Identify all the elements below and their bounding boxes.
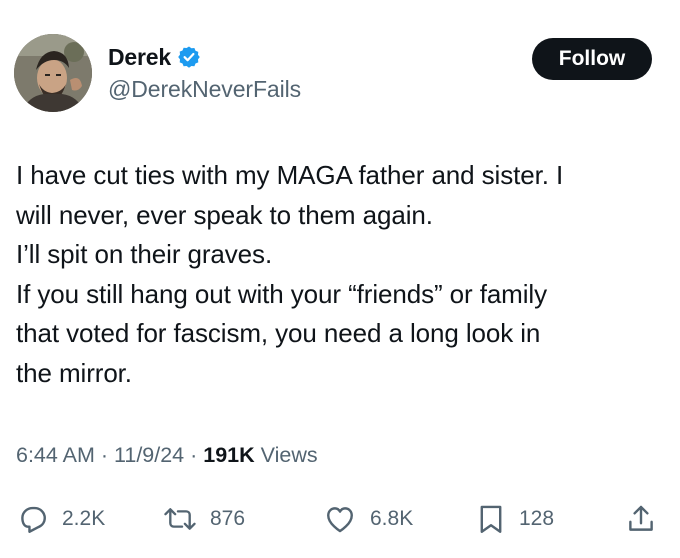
heart-icon (322, 502, 358, 536)
tweet-actions: 2.2K 876 6.8K 128 (0, 497, 680, 541)
repost-button[interactable]: 876 (162, 497, 245, 541)
meta-separator: · (184, 443, 204, 467)
bookmark-count: 128 (519, 507, 555, 530)
avatar-image (14, 34, 92, 112)
reply-count: 2.2K (62, 507, 106, 530)
reply-icon (16, 502, 50, 536)
user-names: Derek @DerekNeverFails (108, 42, 301, 103)
share-button[interactable] (624, 497, 658, 541)
meta-separator: · (94, 443, 114, 467)
tweet-text-line: If you still hang out with your “friends… (16, 278, 547, 309)
like-count: 6.8K (370, 507, 414, 530)
display-name[interactable]: Derek (108, 44, 171, 71)
tweet-text-line: the mirror. (16, 357, 132, 388)
tweet-text-line: I have cut ties with my MAGA father and … (16, 160, 564, 190)
tweet-text-line: that voted for fascism, you need a long … (16, 318, 541, 348)
tweet-meta: 6:44 AM · 11/9/24 · 191K Views (16, 443, 318, 468)
views-count[interactable]: 191K (203, 443, 254, 467)
reply-button[interactable]: 2.2K (16, 497, 105, 541)
tweet-date[interactable]: 11/9/24 (114, 443, 184, 467)
repost-count: 876 (210, 507, 246, 530)
tweet-text-line: will never, ever speak to them again. (16, 199, 433, 230)
tweet-header: Derek @DerekNeverFails Follow (14, 34, 652, 114)
like-button[interactable]: 6.8K (322, 497, 413, 541)
name-row: Derek (108, 42, 301, 72)
verified-badge-icon[interactable] (177, 45, 201, 69)
bookmark-button[interactable]: 128 (475, 497, 554, 541)
repost-icon (162, 502, 198, 536)
views-label: Views (254, 443, 318, 467)
share-icon (624, 502, 658, 536)
tweet-time[interactable]: 6:44 AM (16, 443, 95, 467)
tweet-text: I have cut ties with my MAGA father and … (16, 156, 656, 393)
bookmark-icon (475, 502, 507, 536)
avatar[interactable] (14, 34, 92, 112)
user-handle[interactable]: @DerekNeverFails (108, 76, 301, 103)
follow-button[interactable]: Follow (532, 38, 652, 80)
tweet-text-line: I’ll spit on their graves. (16, 239, 273, 269)
